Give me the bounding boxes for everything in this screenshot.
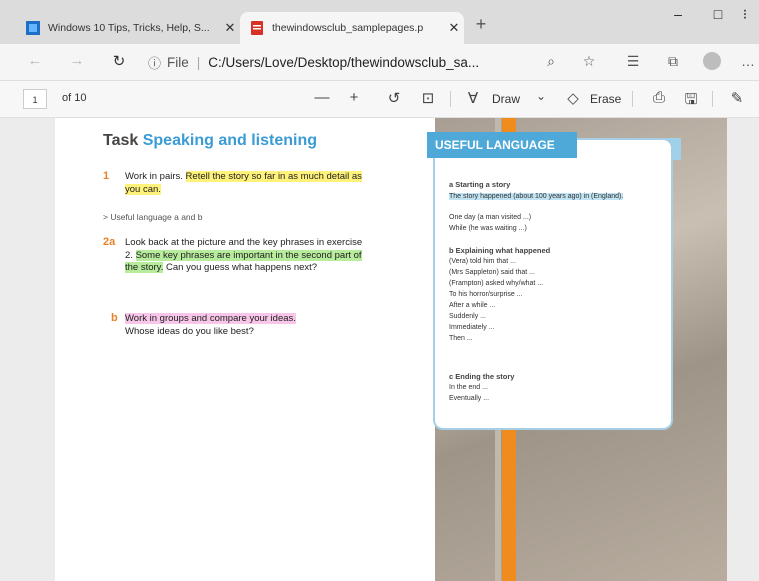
close-tab-icon[interactable]: ✕ <box>444 20 464 36</box>
item-2-text: Look back at the picture and the key phr… <box>125 237 365 275</box>
item-2-text-c: Can you guess what happens next? <box>163 262 318 273</box>
pdf-favicon <box>251 21 263 35</box>
back-icon[interactable]: ← <box>24 52 46 69</box>
zoom-in-icon[interactable]: + <box>343 89 365 106</box>
address-separator: | <box>196 54 201 70</box>
tab-title: Windows 10 Tips, Tricks, Help, S... <box>48 22 210 34</box>
close-window-button[interactable]: ⁝ <box>735 6 755 23</box>
separator <box>632 91 633 107</box>
section-b-line: (Frampton) asked why/what ... <box>449 280 544 287</box>
profile-avatar[interactable] <box>703 52 721 70</box>
close-tab-icon[interactable]: ✕ <box>220 20 240 36</box>
address-bar[interactable]: ⓘ File | C:/Users/Love/Desktop/thewindow… <box>148 50 538 74</box>
section-a-highlight: The story happened (about 100 years ago)… <box>449 192 627 202</box>
separator <box>450 91 451 107</box>
erase-label[interactable]: Erase <box>590 92 621 106</box>
section-b-line: (Mrs Sappleton) said that ... <box>449 269 535 276</box>
item-number: 1 <box>103 170 110 182</box>
print-icon[interactable]: ⎙ <box>648 89 670 106</box>
item-3-text: Work in groups and compare your ideas. Wh… <box>125 313 365 338</box>
item-3-text-b: Whose ideas do you like best? <box>125 325 254 337</box>
collections-icon[interactable]: ⧉ <box>662 53 684 70</box>
favorites-list-icon[interactable]: ☰ <box>622 53 644 70</box>
forward-icon[interactable]: → <box>66 52 88 69</box>
section-b-heading: b Explaining what happened <box>449 246 551 255</box>
section-b-line: To his horror/surprise ... <box>449 291 523 298</box>
item-1-text: Work in pairs. Retell the story so far i… <box>125 171 365 196</box>
maximize-button[interactable]: □ <box>703 6 733 22</box>
item-number: b <box>111 312 118 324</box>
section-b-line: Then ... <box>449 335 473 342</box>
item-3-highlight: Work in groups and compare your ideas. <box>125 313 296 324</box>
task-subtitle: Speaking and listening <box>142 132 317 149</box>
new-tab-button[interactable]: + <box>470 14 492 35</box>
section-b-line: Suddenly ... <box>449 313 486 320</box>
tab-windows-club[interactable]: Windows 10 Tips, Tricks, Help, S... ✕ <box>16 12 240 44</box>
item-1-text-a: Work in pairs. <box>125 171 186 182</box>
page-count: of 10 <box>62 92 87 104</box>
info-icon: ⓘ <box>148 55 162 71</box>
erase-icon[interactable]: ◇ <box>562 89 584 107</box>
section-b-line: Immediately ... <box>449 324 495 331</box>
rotate-icon[interactable]: ↺ <box>383 89 405 107</box>
section-b-line: After a while ... <box>449 302 496 309</box>
pdf-viewer[interactable]: Task Speaking and listening 1 Work in pa… <box>0 118 759 581</box>
chevron-down-icon[interactable]: ⌄ <box>530 89 552 103</box>
page-number-input[interactable]: 1 <box>23 89 47 109</box>
separator <box>712 91 713 107</box>
windows-club-favicon <box>26 21 40 35</box>
task-heading: Task Speaking and listening <box>103 132 317 150</box>
zoom-out-icon[interactable]: — <box>311 89 333 106</box>
section-a-line: While (he was waiting ...) <box>449 225 527 232</box>
section-c-heading: c Ending the story <box>449 372 515 381</box>
address-scheme: File <box>167 54 189 70</box>
favorite-star-icon[interactable]: ☆ <box>578 53 600 70</box>
draw-icon[interactable]: ∀ <box>462 89 484 107</box>
task-title: Task <box>103 132 139 149</box>
useful-language-title: USEFUL LANGUAGE <box>427 132 577 158</box>
tab-pdf[interactable]: thewindowsclub_samplepages.p ✕ <box>240 12 464 44</box>
fit-page-icon[interactable]: ⊡ <box>417 89 439 107</box>
pdf-page: Task Speaking and listening 1 Work in pa… <box>55 118 727 581</box>
tab-title: thewindowsclub_samplepages.p <box>272 22 424 34</box>
section-c-line: Eventually ... <box>449 395 490 402</box>
section-a-highlight-text: The story happened (about 100 years ago)… <box>449 193 624 200</box>
navigation-toolbar: ← → ↻ ⓘ File | C:/Users/Love/Desktop/the… <box>0 44 759 81</box>
pin-icon[interactable]: ✎ <box>726 89 748 107</box>
section-a-line: One day (a man visited ...) <box>449 214 532 221</box>
section-c-line: In the end ... <box>449 384 488 391</box>
title-bar: Windows 10 Tips, Tricks, Help, S... ✕ th… <box>0 0 759 44</box>
zoom-icon[interactable]: ⌕ <box>540 53 562 70</box>
pdf-toolbar: 1 of 10 — + ↺ ⊡ ∀ Draw ⌄ ◇ Erase ⎙ 🖫 ✎ <box>0 81 759 118</box>
section-b-line: (Vera) told him that ... <box>449 258 516 265</box>
useful-language-reference: > Useful language a and b <box>103 212 203 222</box>
draw-label[interactable]: Draw <box>492 92 520 106</box>
section-a-heading: a Starting a story <box>449 180 511 189</box>
save-icon[interactable]: 🖫 <box>680 89 702 114</box>
more-icon[interactable]: … <box>737 53 759 69</box>
minimize-button[interactable]: – <box>663 6 693 22</box>
address-path: C:/Users/Love/Desktop/thewindowsclub_sa.… <box>208 54 480 70</box>
item-number: 2a <box>103 236 116 248</box>
refresh-icon[interactable]: ↻ <box>108 52 130 70</box>
